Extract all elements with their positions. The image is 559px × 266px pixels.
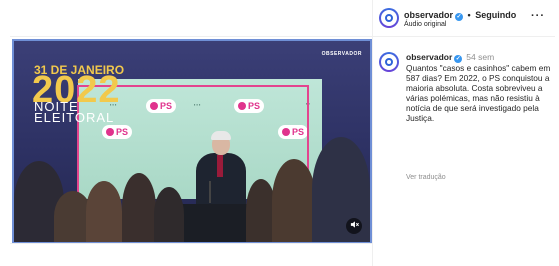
media-column: PS PS PS PS ▪ ▪ ▪ ▪ ▪ ▪ ▪ ▪ 31 DE JANEIR… [10, 0, 373, 266]
divider [10, 36, 372, 37]
caption-timestamp[interactable]: 54 sem [466, 52, 494, 62]
header-separator: • [467, 10, 471, 20]
crowd-figure [272, 159, 316, 242]
verified-icon: ✓ [455, 13, 464, 21]
video-player[interactable]: PS PS PS PS ▪ ▪ ▪ ▪ ▪ ▪ ▪ ▪ 31 DE JANEIR… [12, 39, 372, 244]
microphone [209, 181, 211, 203]
original-audio-link[interactable]: Áudio original [404, 21, 446, 28]
caption-user-line: observador ✓ 54 sem [406, 52, 494, 63]
divider [10, 243, 372, 244]
post-header: observador ✓ • Seguindo Áudio original ··… [373, 0, 555, 37]
avatar[interactable] [379, 52, 399, 72]
broadcast-title-line2: ELEITORAL [34, 110, 115, 125]
observador-watermark: OBSERVADOR [321, 51, 362, 57]
avatar[interactable] [379, 8, 399, 28]
following-button[interactable]: Seguindo [475, 10, 516, 20]
caption-text: Quantos "casos e casinhos" cabem em 587 … [406, 63, 551, 124]
crowd-figure [86, 181, 122, 242]
post-details-panel: observador ✓ • Seguindo Áudio original ··… [373, 0, 555, 266]
more-options-icon[interactable]: ··· [531, 10, 545, 22]
caption-username[interactable]: observador [406, 52, 452, 62]
verified-icon: ✓ [454, 55, 463, 63]
crowd-figure [122, 173, 156, 242]
crowd-figure [154, 187, 184, 242]
post-frame: PS PS PS PS ▪ ▪ ▪ ▪ ▪ ▪ ▪ ▪ 31 DE JANEIR… [10, 0, 555, 266]
see-translation-link[interactable]: Ver tradução [406, 174, 446, 181]
speaker-muted-icon[interactable] [346, 218, 362, 234]
header-user-line: observador ✓ • Seguindo [404, 10, 516, 21]
header-username[interactable]: observador [404, 10, 453, 20]
